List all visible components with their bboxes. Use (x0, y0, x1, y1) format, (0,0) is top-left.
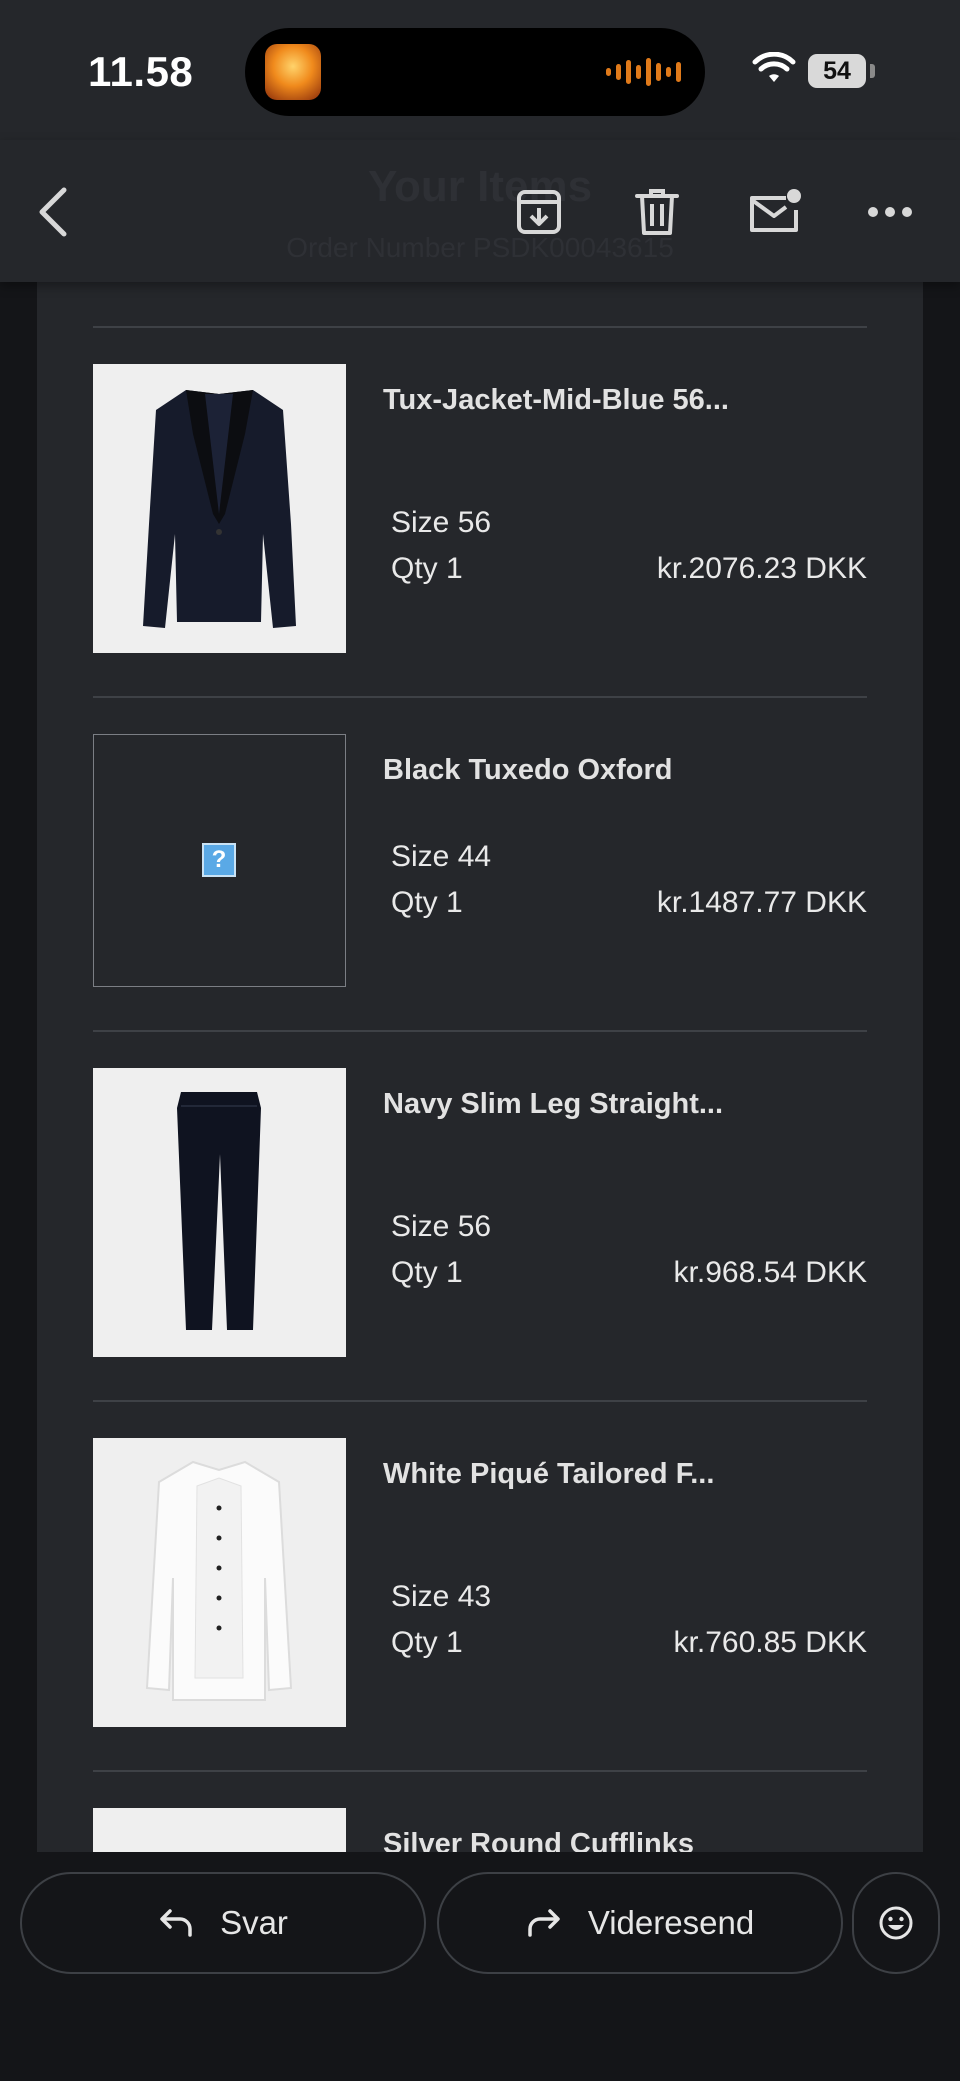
product-image-shirt[interactable] (93, 1438, 346, 1727)
broken-image-icon: ? (202, 843, 236, 877)
product-image-cufflinks[interactable] (93, 1808, 346, 1852)
status-time: 11.58 (88, 48, 194, 95)
forward-icon (528, 1909, 560, 1937)
page-title: Your Items (367, 162, 593, 211)
shirt-image (145, 1460, 293, 1701)
product-name[interactable]: Navy Slim Leg Straight... (383, 1088, 723, 1121)
jacket-image (143, 390, 296, 628)
product-name[interactable]: Tux-Jacket-Mid-Blue 56... (383, 384, 729, 417)
product-qty: Qty 1 (391, 886, 463, 919)
product-size: Size 56 (391, 1210, 492, 1243)
mark-unread-button[interactable] (742, 180, 806, 244)
product-price: kr.968.54 DKK (673, 1256, 867, 1289)
archive-button[interactable] (507, 180, 571, 244)
emoji-icon (879, 1906, 913, 1940)
product-image-trousers[interactable] (93, 1068, 346, 1357)
trash-icon (635, 189, 679, 235)
status-bar: 11.58 54 (0, 0, 960, 140)
email-toolbar: Your Items Order Number PSDK00043615 (0, 140, 960, 282)
forward-button[interactable]: Videresend (437, 1872, 843, 1974)
product-name[interactable]: Black Tuxedo Oxford (383, 754, 673, 787)
order-item[interactable]: White Piqué Tailored F... Size 43 Qty 1 … (93, 1400, 867, 1772)
order-number: Order Number PSDK00043615 (286, 232, 674, 263)
product-price: kr.2076.23 DKK (656, 552, 867, 585)
product-name[interactable]: White Piqué Tailored F... (383, 1458, 714, 1491)
order-item[interactable]: Tux-Jacket-Mid-Blue 56... Size 56 Qty 1 … (93, 326, 867, 698)
battery-indicator: 54 (808, 54, 866, 88)
wifi-icon (752, 52, 796, 82)
reply-button[interactable]: Svar (20, 1872, 426, 1974)
emoji-reaction-button[interactable] (852, 1872, 940, 1974)
email-body[interactable]: Tux-Jacket-Mid-Blue 56... Size 56 Qty 1 … (37, 282, 923, 1852)
now-playing-artwork (265, 44, 321, 100)
mark-unread-icon (750, 189, 801, 232)
product-size: Size 43 (391, 1580, 492, 1613)
product-name[interactable]: Silver Round Cufflinks (383, 1828, 694, 1852)
product-qty: Qty 1 (391, 1256, 463, 1289)
back-icon (39, 187, 67, 237)
back-button[interactable] (22, 180, 86, 244)
delete-button[interactable] (625, 180, 689, 244)
reply-label: Svar (220, 1904, 288, 1941)
product-image-jacket[interactable] (93, 364, 346, 653)
order-item[interactable]: ? Black Tuxedo Oxford Size 44 Qty 1 kr.1… (93, 696, 867, 1068)
order-item[interactable]: Navy Slim Leg Straight... Size 56 Qty 1 … (93, 1030, 867, 1402)
order-item[interactable]: Silver Round Cufflinks (93, 1770, 867, 1852)
product-price: kr.760.85 DKK (673, 1626, 867, 1659)
more-button[interactable] (858, 180, 922, 244)
reply-bar: Svar Videresend (0, 1852, 960, 2081)
product-qty: Qty 1 (391, 552, 463, 585)
battery-nub (870, 64, 875, 78)
product-image-placeholder[interactable]: ? (93, 734, 346, 987)
archive-icon (517, 190, 561, 234)
product-qty: Qty 1 (391, 1626, 463, 1659)
forward-label: Videresend (587, 1904, 755, 1941)
dynamic-island[interactable] (245, 28, 705, 116)
reply-icon (160, 1909, 192, 1937)
product-price: kr.1487.77 DKK (656, 886, 867, 919)
audio-waveform-icon (606, 58, 681, 86)
trousers-image (177, 1092, 261, 1330)
product-size: Size 56 (391, 506, 492, 539)
more-icon (868, 207, 912, 217)
product-size: Size 44 (391, 840, 492, 873)
